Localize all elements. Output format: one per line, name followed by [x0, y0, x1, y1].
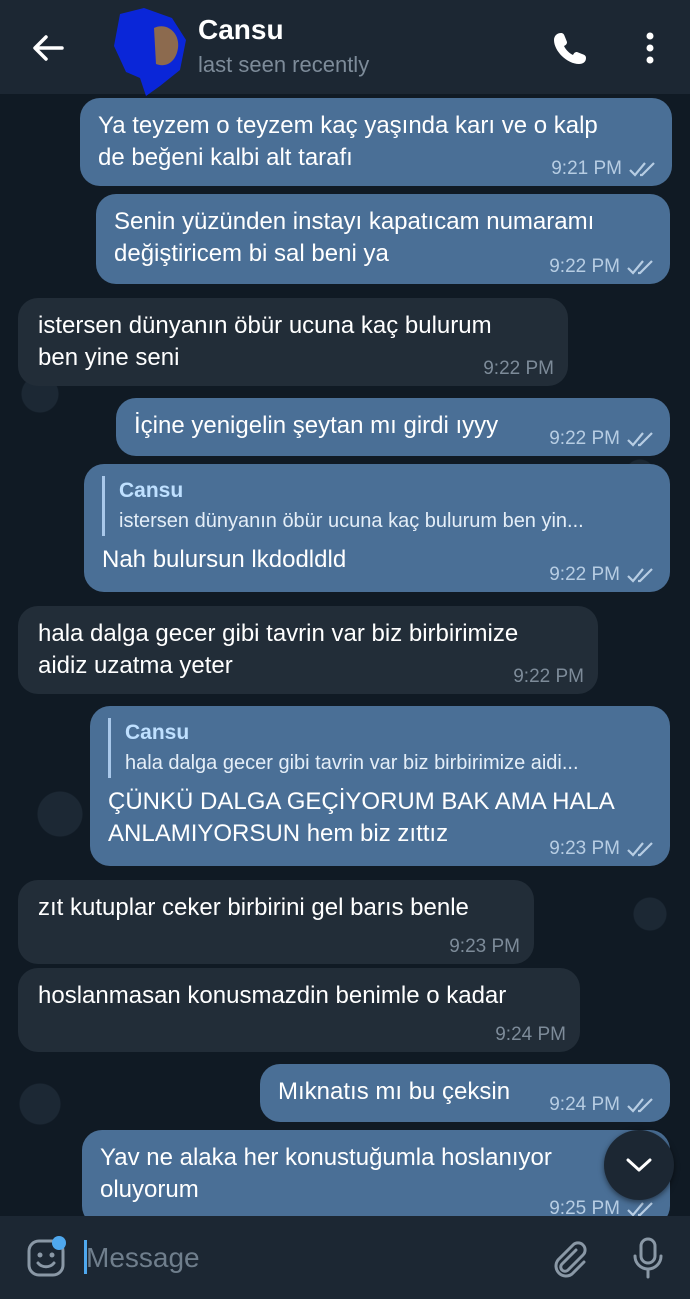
message-time: 9:24 PM: [549, 1094, 620, 1115]
message-time: 9:21 PM: [551, 158, 622, 179]
message-incoming[interactable]: hoslanmasan konusmazdin benimle o kadar …: [18, 968, 580, 1052]
chevron-down-icon: [626, 1158, 652, 1172]
double-check-icon: [627, 568, 653, 583]
message-incoming[interactable]: istersen dünyanın öbür ucuna kaç bulurum…: [18, 298, 568, 386]
message-meta: 9:24 PM: [549, 1094, 656, 1116]
quote-author: Cansu: [119, 479, 184, 502]
message-text: Yav ne alaka her konustuğumla hoslanıyor…: [100, 1144, 552, 1203]
message-meta: 9:22 PM: [483, 358, 554, 380]
message-input[interactable]: [86, 1240, 526, 1276]
back-arrow-icon[interactable]: [28, 28, 68, 68]
message-list[interactable]: Ya teyzem o teyzem kaç yaşında karı ve o…: [0, 94, 690, 1216]
double-check-icon: [627, 260, 653, 275]
message-text: hala dalga gecer gibi tavrin var biz bir…: [38, 620, 519, 679]
quote-author: Cansu: [125, 721, 190, 744]
phone-icon[interactable]: [550, 28, 590, 68]
message-meta: 9:25 PM: [549, 1198, 656, 1216]
message-meta: 9:22 PM: [513, 666, 584, 688]
double-check-icon: [627, 432, 653, 447]
message-incoming[interactable]: zıt kutuplar ceker birbirini gel barıs b…: [18, 880, 534, 964]
chat-header: Cansu last seen recently: [0, 0, 690, 96]
message-incoming[interactable]: hala dalga gecer gibi tavrin var biz bir…: [18, 606, 598, 694]
double-check-icon: [627, 842, 653, 857]
message-meta: 9:24 PM: [495, 1024, 566, 1046]
reply-quote[interactable]: Cansu istersen dünyanın öbür ucuna kaç b…: [102, 476, 652, 536]
message-meta: 9:23 PM: [449, 936, 520, 958]
message-outgoing-reply[interactable]: Cansu istersen dünyanın öbür ucuna kaç b…: [84, 464, 670, 592]
quote-text: istersen dünyanın öbür ucuna kaç bulurum…: [119, 510, 584, 532]
message-time: 9:24 PM: [495, 1024, 566, 1045]
message-text: istersen dünyanın öbür ucuna kaç bulurum…: [38, 312, 492, 371]
message-outgoing-reply[interactable]: Cansu hala dalga gecer gibi tavrin var b…: [90, 706, 670, 866]
message-time: 9:23 PM: [549, 838, 620, 859]
message-meta: 9:22 PM: [549, 428, 656, 450]
message-time: 9:22 PM: [549, 256, 620, 277]
message-time: 9:22 PM: [549, 428, 620, 449]
double-check-icon: [629, 162, 655, 177]
more-vertical-icon[interactable]: [638, 28, 662, 68]
double-check-icon: [627, 1098, 653, 1113]
message-outgoing[interactable]: Mıknatıs mı bu çeksin 9:24 PM: [260, 1064, 670, 1122]
message-time: 9:22 PM: [549, 564, 620, 585]
message-time: 9:23 PM: [449, 936, 520, 957]
message-time: 9:22 PM: [513, 666, 584, 687]
message-outgoing[interactable]: Ya teyzem o teyzem kaç yaşında karı ve o…: [80, 98, 672, 186]
quote-text: hala dalga gecer gibi tavrin var biz bir…: [125, 752, 579, 774]
reply-quote[interactable]: Cansu hala dalga gecer gibi tavrin var b…: [108, 718, 652, 778]
message-composer: [0, 1216, 690, 1299]
message-meta: 9:22 PM: [549, 564, 656, 586]
message-time: 9:25 PM: [549, 1198, 620, 1216]
message-outgoing[interactable]: Yav ne alaka her konustuğumla hoslanıyor…: [82, 1130, 670, 1216]
microphone-icon[interactable]: [628, 1236, 668, 1280]
paperclip-icon[interactable]: [548, 1238, 588, 1278]
message-meta: 9:21 PM: [551, 158, 658, 180]
message-text: hoslanmasan konusmazdin benimle o kadar: [38, 982, 507, 1009]
contact-name[interactable]: Cansu: [198, 14, 284, 46]
scroll-to-bottom-button[interactable]: [604, 1130, 674, 1200]
avatar[interactable]: [106, 6, 192, 96]
last-seen-status: last seen recently: [198, 52, 370, 77]
message-meta: 9:23 PM: [549, 838, 656, 860]
message-meta: 9:22 PM: [549, 256, 656, 278]
message-text: zıt kutuplar ceker birbirini gel barıs b…: [38, 894, 469, 921]
double-check-icon: [627, 1202, 653, 1216]
message-outgoing[interactable]: Senin yüzünden instayı kapatıcam numaram…: [96, 194, 670, 284]
notification-dot: [52, 1236, 66, 1250]
message-outgoing[interactable]: İçine yenigelin şeytan mı girdi ıyyy 9:2…: [116, 398, 670, 456]
message-time: 9:22 PM: [483, 358, 554, 379]
